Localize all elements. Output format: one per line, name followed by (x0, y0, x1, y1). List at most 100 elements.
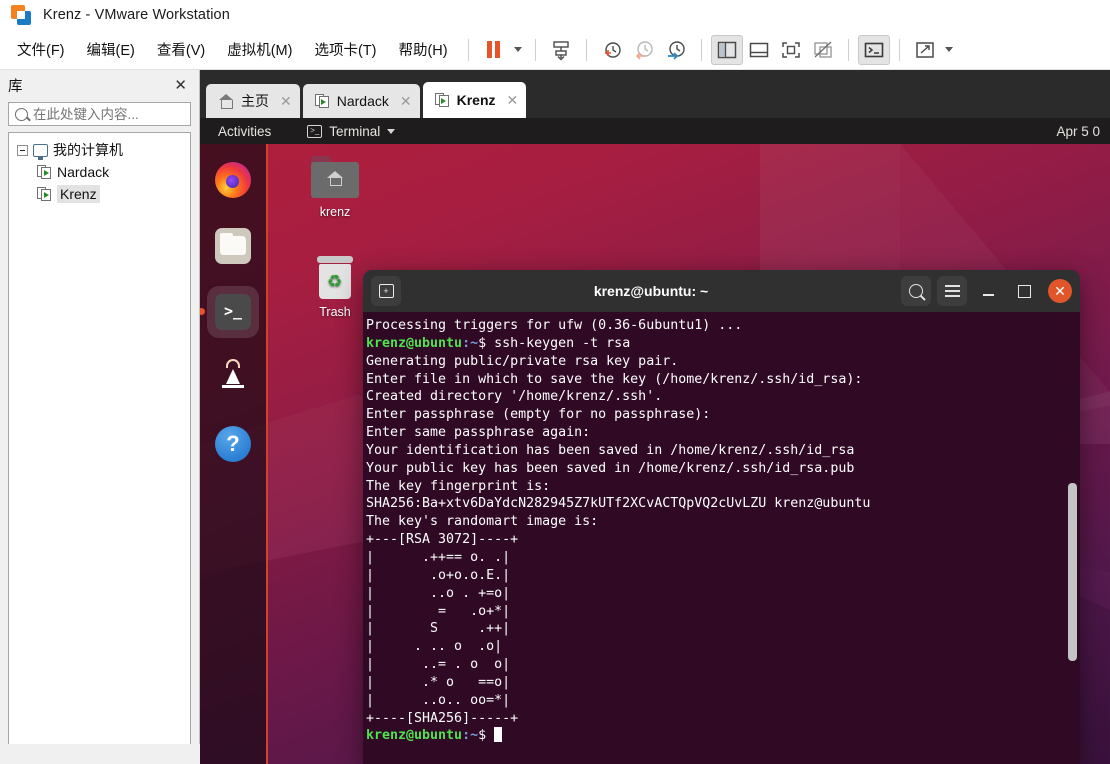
gnome-terminal-window: + krenz@ubuntu: ~ ✕ Processing triggers … (363, 270, 1080, 764)
terminal-new-tab-button[interactable]: + (371, 276, 401, 306)
menu-tabs[interactable]: 选项卡(T) (303, 34, 387, 65)
terminal-line: | S .++| (366, 621, 511, 637)
prompt-symbol: $ ssh-keygen -t rsa (478, 335, 631, 351)
console-icon (864, 42, 883, 57)
terminal-line: Your identification has been saved in /h… (366, 442, 855, 458)
full-screen-button[interactable] (775, 35, 807, 65)
terminal-menu-button[interactable] (937, 276, 967, 306)
window-titlebar: Krenz - VMware Workstation (0, 0, 1110, 30)
library-tree: 我的计算机 Nardack Krenz (8, 132, 191, 750)
dock-firefox[interactable] (207, 154, 259, 206)
terminal-scrollbar[interactable] (1068, 483, 1077, 661)
dock-files[interactable] (207, 220, 259, 272)
console-view-button[interactable] (857, 34, 890, 65)
tab-home[interactable]: 主页 ✕ (206, 84, 300, 118)
stretch-dropdown-caret[interactable] (941, 35, 957, 65)
vm-icon (434, 93, 450, 107)
app-menu-label: Terminal (329, 123, 381, 139)
tab-nardack[interactable]: Nardack ✕ (302, 84, 420, 118)
unity-mode-button[interactable] (807, 35, 839, 65)
vmware-workstation-window: Krenz - VMware Workstation 文件(F) 编辑(E) 查… (0, 0, 1110, 764)
tab-krenz[interactable]: Krenz ✕ (422, 82, 527, 118)
tab-label: 主页 (241, 93, 269, 109)
terminal-line: Generating public/private rsa key pair. (366, 353, 679, 369)
tab-close-icon[interactable]: ✕ (396, 93, 412, 110)
vmware-logo-icon (11, 5, 31, 25)
terminal-line: krenz@ubuntu:~$ (365, 727, 1080, 745)
snapshot-manager-button[interactable] (660, 35, 692, 65)
tree-item-krenz[interactable]: Krenz (13, 183, 186, 205)
search-icon (909, 284, 923, 298)
terminal-line: Your public key has been saved in /home/… (366, 460, 855, 476)
window-title: Krenz - VMware Workstation (43, 7, 230, 23)
library-search-box[interactable] (8, 102, 225, 126)
terminal-title: krenz@ubuntu: ~ (593, 283, 709, 299)
minimize-icon[interactable] (973, 276, 1003, 306)
vm-icon (37, 187, 52, 201)
menu-file[interactable]: 文件(F) (6, 34, 76, 65)
terminal-line: | ..o.. oo=*| (366, 692, 511, 708)
snapshot-button[interactable] (545, 35, 577, 65)
vm-guest-screen: Activities >_ Terminal Apr 5 0 >_ ? kren… (200, 118, 1110, 764)
terminal-line: | .++== o. .| (366, 549, 511, 565)
close-icon[interactable]: ✕ (1048, 279, 1072, 303)
menu-help[interactable]: 帮助(H) (387, 34, 458, 65)
vm-icon (314, 94, 330, 108)
home-folder-icon (311, 156, 359, 202)
home-icon (218, 93, 234, 109)
activities-button[interactable]: Activities (210, 122, 279, 141)
dock-help[interactable]: ? (207, 418, 259, 470)
firefox-icon (215, 162, 251, 198)
terminal-app-menu[interactable]: >_ Terminal (301, 122, 401, 141)
terminal-line: Enter file in which to save the key (/ho… (366, 371, 863, 387)
search-icon (15, 107, 28, 121)
terminal-line: krenz@ubuntu:~$ ssh-keygen -t rsa (365, 335, 1080, 353)
chevron-down-icon (387, 128, 396, 134)
stretch-guest-button[interactable] (909, 35, 941, 65)
tree-item-label: Krenz (57, 185, 100, 203)
desktop-icon-trash[interactable]: ♻ Trash (297, 256, 373, 319)
maximize-icon[interactable] (1009, 276, 1039, 306)
tree-item-nardack[interactable]: Nardack (13, 161, 186, 183)
library-search-input[interactable] (33, 106, 210, 122)
revert-snapshot-button[interactable] (628, 35, 660, 65)
tab-close-icon[interactable]: ✕ (503, 92, 519, 109)
menu-view[interactable]: 查看(V) (146, 34, 216, 65)
library-title: 库 (8, 78, 23, 95)
library-bottom-strip (0, 744, 200, 764)
dock-terminal[interactable]: >_ (200, 286, 259, 338)
pause-vm-button[interactable] (478, 35, 510, 65)
terminal-titlebar: + krenz@ubuntu: ~ ✕ (363, 270, 1080, 312)
new-tab-icon: + (378, 284, 394, 298)
toolbar-separator (847, 38, 849, 61)
unity-mode-icon (813, 41, 832, 58)
vm-tab-strip: 主页 ✕ Nardack ✕ Krenz ✕ (200, 70, 1110, 118)
library-panel: 库 ✕ 我的计算机 Nardack (0, 70, 225, 764)
show-thumbnail-bar-button[interactable] (743, 35, 775, 65)
take-snapshot-button[interactable] (596, 35, 628, 65)
terminal-search-button[interactable] (901, 276, 931, 306)
tree-root-my-computer[interactable]: 我的计算机 (13, 139, 186, 161)
vm-icon (37, 165, 52, 179)
terminal-icon: >_ (307, 124, 323, 138)
terminal-output-area[interactable]: Processing triggers for ufw (0.36-6ubunt… (363, 312, 1080, 764)
tab-close-icon[interactable]: ✕ (276, 93, 292, 110)
desktop-icon-home[interactable]: krenz (297, 156, 373, 219)
desktop-icon-label: Trash (319, 305, 351, 319)
bottom-panel-icon (749, 42, 768, 57)
terminal-line: | ..= . o o| (366, 657, 511, 673)
terminal-line: | = .o+*| (366, 603, 511, 619)
topbar-clock[interactable]: Apr 5 0 (1056, 124, 1100, 139)
show-library-button[interactable] (710, 34, 743, 65)
terminal-icon: >_ (215, 294, 251, 330)
menu-edit[interactable]: 编辑(E) (76, 34, 146, 65)
expand-arrows-icon (915, 41, 934, 58)
menubar: 文件(F) 编辑(E) 查看(V) 虚拟机(M) 选项卡(T) 帮助(H) (0, 30, 1110, 70)
pause-dropdown-caret[interactable] (510, 35, 526, 65)
library-close-button[interactable]: ✕ (170, 76, 191, 94)
terminal-cursor (494, 727, 503, 743)
dock-software[interactable] (207, 352, 259, 404)
menu-vm[interactable]: 虚拟机(M) (216, 34, 303, 65)
collapse-icon[interactable] (17, 144, 28, 156)
sidebar-panel-icon (717, 41, 736, 58)
